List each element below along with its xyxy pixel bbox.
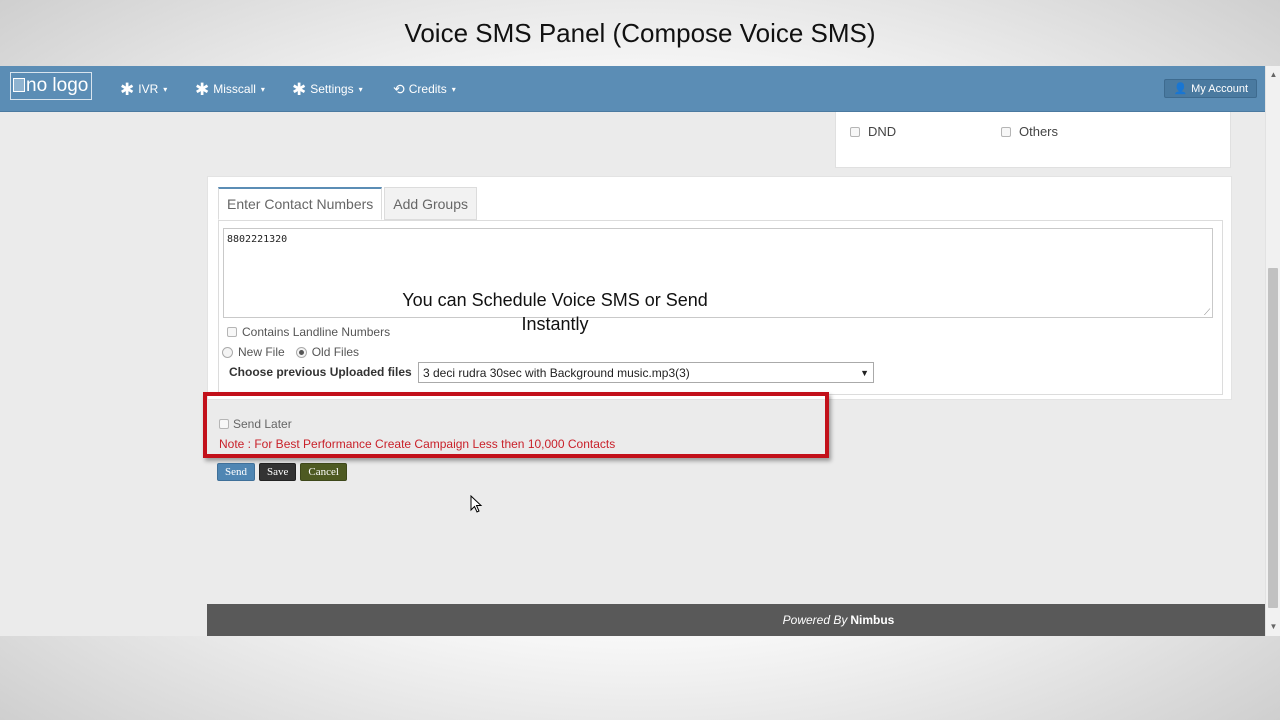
powered-by-label: Powered By [782,613,848,627]
others-option[interactable]: Others [1001,124,1058,139]
nav-item-ivr[interactable]: ✱ IVR ▾ [120,66,167,112]
nav-item-label: IVR [138,82,159,96]
mouse-cursor-icon [470,495,483,513]
nav-item-misscall[interactable]: ✱ Misscall ▾ [195,66,265,112]
file-source-radios: New File Old Files [222,345,359,359]
send-button[interactable]: Send [217,463,255,481]
prev-files-select[interactable]: 3 deci rudra 30sec with Background music… [418,362,874,383]
broken-image-icon [13,78,25,92]
nav-item-label: Misscall [213,82,256,96]
top-navbar: no logo ✱ IVR ▾ ✱ Misscall ▾ ✱ Settings … [0,66,1265,112]
footer-brand: Nimbus [850,613,895,627]
dnd-checkbox[interactable] [850,126,860,137]
my-account-button[interactable]: 👤 My Account [1164,79,1257,98]
chevron-down-icon: ▾ [163,84,168,94]
nav-item-settings[interactable]: ✱ Settings ▾ [292,66,363,112]
send-later-option[interactable]: Send Later [219,417,292,431]
credits-icon: ⟲ [393,81,405,97]
scrollbar-thumb[interactable] [1268,268,1278,608]
wrench-icon: ✱ [120,79,135,99]
filter-panel: DND Others [835,112,1231,168]
old-files-radio[interactable] [295,346,307,358]
others-checkbox[interactable] [1001,126,1011,137]
scroll-up-arrow-icon[interactable]: ▲ [1266,68,1280,82]
wrench-icon: ✱ [292,79,307,99]
action-buttons: Send Save Cancel [217,463,347,481]
annotation-line-2: Instantly [521,314,589,334]
save-button[interactable]: Save [259,463,297,481]
cancel-button[interactable]: Cancel [300,463,347,481]
dnd-label: DND [868,124,897,139]
schedule-highlight-box: Send Later Note : For Best Performance C… [203,392,829,458]
chevron-down-icon: ▾ [451,84,456,94]
video-title: Voice SMS Panel (Compose Voice SMS) [404,17,876,48]
chevron-down-icon: ▾ [260,84,265,94]
scroll-down-arrow-icon[interactable]: ▼ [1266,620,1280,634]
nav-item-label: Settings [310,82,354,96]
prev-files-label: Choose previous Uploaded files [229,365,412,379]
dnd-option[interactable]: DND [850,124,896,139]
old-files-label: Old Files [311,345,360,359]
prev-files-selected-value: 3 deci rudra 30sec with Background music… [423,365,690,380]
others-label: Others [1019,124,1059,139]
my-account-label: My Account [1191,82,1248,95]
contact-tabs: Enter Contact Numbers Add Groups [218,187,478,220]
nav-item-label: Credits [408,82,447,96]
logo[interactable]: no logo [10,72,92,100]
tab-enter-contact-numbers[interactable]: Enter Contact Numbers [218,187,383,220]
send-later-label: Send Later [233,417,292,431]
resize-grip-icon[interactable]: ⟋ [1204,308,1212,317]
app-window: no logo ✱ IVR ▾ ✱ Misscall ▾ ✱ Settings … [0,66,1280,636]
performance-note: Note : For Best Performance Create Campa… [219,437,616,451]
landline-checkbox[interactable] [227,327,237,337]
tab-add-groups[interactable]: Add Groups [384,187,478,220]
annotation-text: You can Schedule Voice SMS or Send Insta… [360,288,750,336]
page-scrollbar[interactable]: ▲ ▼ [1265,66,1280,636]
dropdown-arrow-icon: ▼ [860,367,869,378]
wrench-icon: ✱ [195,79,210,99]
new-file-label: New File [238,345,285,359]
annotation-line-1: You can Schedule Voice SMS or Send [402,290,708,310]
chevron-down-icon: ▾ [358,84,363,94]
footer: Powered By Nimbus [207,604,1265,636]
logo-alt-text: no logo [26,75,89,96]
nav-item-credits[interactable]: ⟲ Credits ▾ [393,66,456,112]
new-file-radio[interactable] [222,346,233,358]
send-later-checkbox[interactable] [219,419,229,429]
user-icon: 👤 [1173,83,1188,95]
